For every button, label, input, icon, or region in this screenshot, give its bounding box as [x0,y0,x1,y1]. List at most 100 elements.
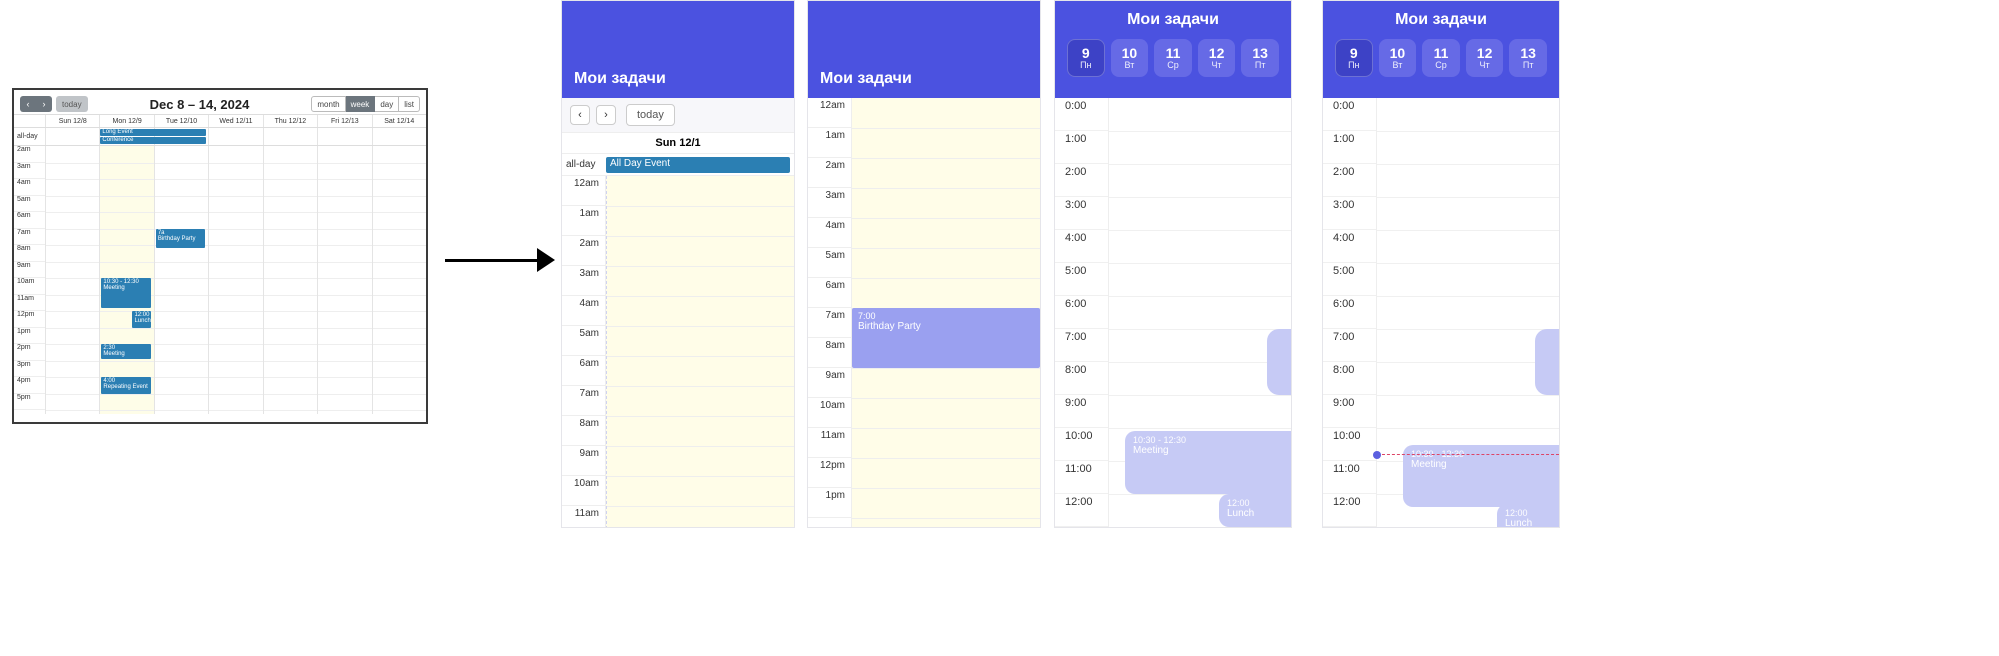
time-label: 12am [808,98,851,128]
time-label: 5am [14,196,45,213]
time-label: 4pm [14,377,45,394]
time-label: 0:00 [1055,98,1108,131]
time-label: 3am [14,163,45,180]
time-label: 3:00 [1055,197,1108,230]
allday-event[interactable]: All Day Event [606,157,790,173]
next-button[interactable]: › [36,96,52,112]
day-selector[interactable]: 11Ср [1422,39,1460,77]
time-label: 11am [562,506,605,528]
time-label: 4:00 [1323,230,1376,263]
day-header: Fri 12/13 [318,115,372,127]
time-label: 9:00 [1323,395,1376,428]
time-label: 3:00 [1323,197,1376,230]
day-header: Wed 12/11 [209,115,263,127]
time-label: 11am [808,428,851,458]
calendar-event[interactable]: 10:30 - 12:30Meeting [101,278,150,308]
time-label: 2am [14,146,45,163]
time-label: 12:00 [1323,494,1376,527]
time-label: 11am [14,295,45,312]
time-label: 6:00 [1055,296,1108,329]
time-label: 5am [808,248,851,278]
day-header: Sun 12/1 [562,132,794,154]
day-header: Mon 12/9 [100,115,154,127]
now-indicator [1377,454,1559,455]
day-header: Sun 12/8 [46,115,100,127]
desktop-week-calendar: ‹ › today Dec 8 – 14, 2024 month week da… [12,88,428,424]
calendar-event-peek[interactable] [1267,329,1291,395]
time-label: 10:00 [1323,428,1376,461]
day-header: Thu 12/12 [264,115,318,127]
allday-label: all-day [14,128,46,145]
time-label: 1pm [14,328,45,345]
time-label: 2pm [14,344,45,361]
today-button[interactable]: today [626,104,675,126]
day-selector[interactable]: 9Пн [1067,39,1105,77]
prev-button[interactable]: ‹ [20,96,36,112]
time-label: 6:00 [1323,296,1376,329]
time-label: 5pm [14,394,45,411]
allday-label: all-day [562,159,606,170]
day-headers-row: Sun 12/8 Mon 12/9 Tue 12/10 Wed 12/11 Th… [14,114,426,128]
calendar-event[interactable]: 2:30Meeting [101,344,150,359]
time-label: 7am [14,229,45,246]
view-month[interactable]: month [311,96,345,112]
day-selector[interactable]: 11Ср [1154,39,1192,77]
desktop-toolbar: ‹ › today Dec 8 – 14, 2024 month week da… [14,90,426,114]
time-label: 10:00 [1055,428,1108,461]
time-label: 2:00 [1323,164,1376,197]
today-button[interactable]: today [56,96,88,112]
day-header: Sat 12/14 [373,115,426,127]
calendar-event-peek[interactable] [1535,329,1559,395]
calendar-event[interactable]: 7:00Birthday Party [852,308,1040,368]
arrow-icon [445,248,555,272]
mobile-day-calendar-event: Мои задачи 12am1am2am3am4am5am6am7am8am9… [807,0,1041,528]
day-selector[interactable]: 10Вт [1111,39,1149,77]
time-label: 5:00 [1323,263,1376,296]
time-label: 2am [562,236,605,266]
time-label: 8:00 [1055,362,1108,395]
view-day[interactable]: day [375,96,399,112]
time-label: 3am [562,266,605,296]
calendar-event[interactable]: 4:00Repeating Event [101,377,150,394]
day-selector[interactable]: 13Пт [1509,39,1547,77]
time-label: 5am [562,326,605,356]
calendar-event[interactable]: 7aBirthday Party [156,229,205,249]
time-label: 0:00 [1323,98,1376,131]
day-selector[interactable]: 12Чт [1198,39,1236,77]
mobile-day-calendar-styled-a: Мои задачи 9Пн10Вт11Ср12Чт13Пт 0:001:002… [1054,0,1292,528]
page-title: Мои задачи [1335,11,1547,29]
day-selector[interactable]: 13Пт [1241,39,1279,77]
time-label: 10am [808,398,851,428]
time-label: 7:00 [1323,329,1376,362]
mobile-day-calendar-sun: Мои задачи ‹ › today Sun 12/1 all-day Al… [561,0,795,528]
calendar-event[interactable]: 12:00Lunch [1497,504,1559,528]
calendar-event[interactable]: 12:00Lunch [132,311,150,328]
time-label: 7am [562,386,605,416]
day-selector[interactable]: 12Чт [1466,39,1504,77]
time-label: 6am [562,356,605,386]
time-label: 11:00 [1323,461,1376,494]
time-label: 6am [808,278,851,308]
time-label: 11:00 [1055,461,1108,494]
calendar-event[interactable]: 12:00Lunch [1219,494,1291,527]
calendar-event[interactable]: 10:30 - 12:30Meeting [1125,431,1291,494]
time-label: 4am [562,296,605,326]
time-label: 8am [808,338,851,368]
view-week[interactable]: week [346,96,376,112]
next-button[interactable]: › [596,105,616,125]
time-label: 4:00 [1055,230,1108,263]
time-label: 4am [14,179,45,196]
day-selector[interactable]: 9Пн [1335,39,1373,77]
day-selector[interactable]: 10Вт [1379,39,1417,77]
calendar-title: Dec 8 – 14, 2024 [150,97,250,112]
time-label: 3am [808,188,851,218]
time-label: 9am [808,368,851,398]
view-list[interactable]: list [399,96,420,112]
time-label: 10am [14,278,45,295]
time-label: 12pm [14,311,45,328]
page-title: Мои задачи [820,70,912,88]
day-header: Tue 12/10 [155,115,209,127]
time-label: 9am [14,262,45,279]
time-label: 1am [808,128,851,158]
prev-button[interactable]: ‹ [570,105,590,125]
